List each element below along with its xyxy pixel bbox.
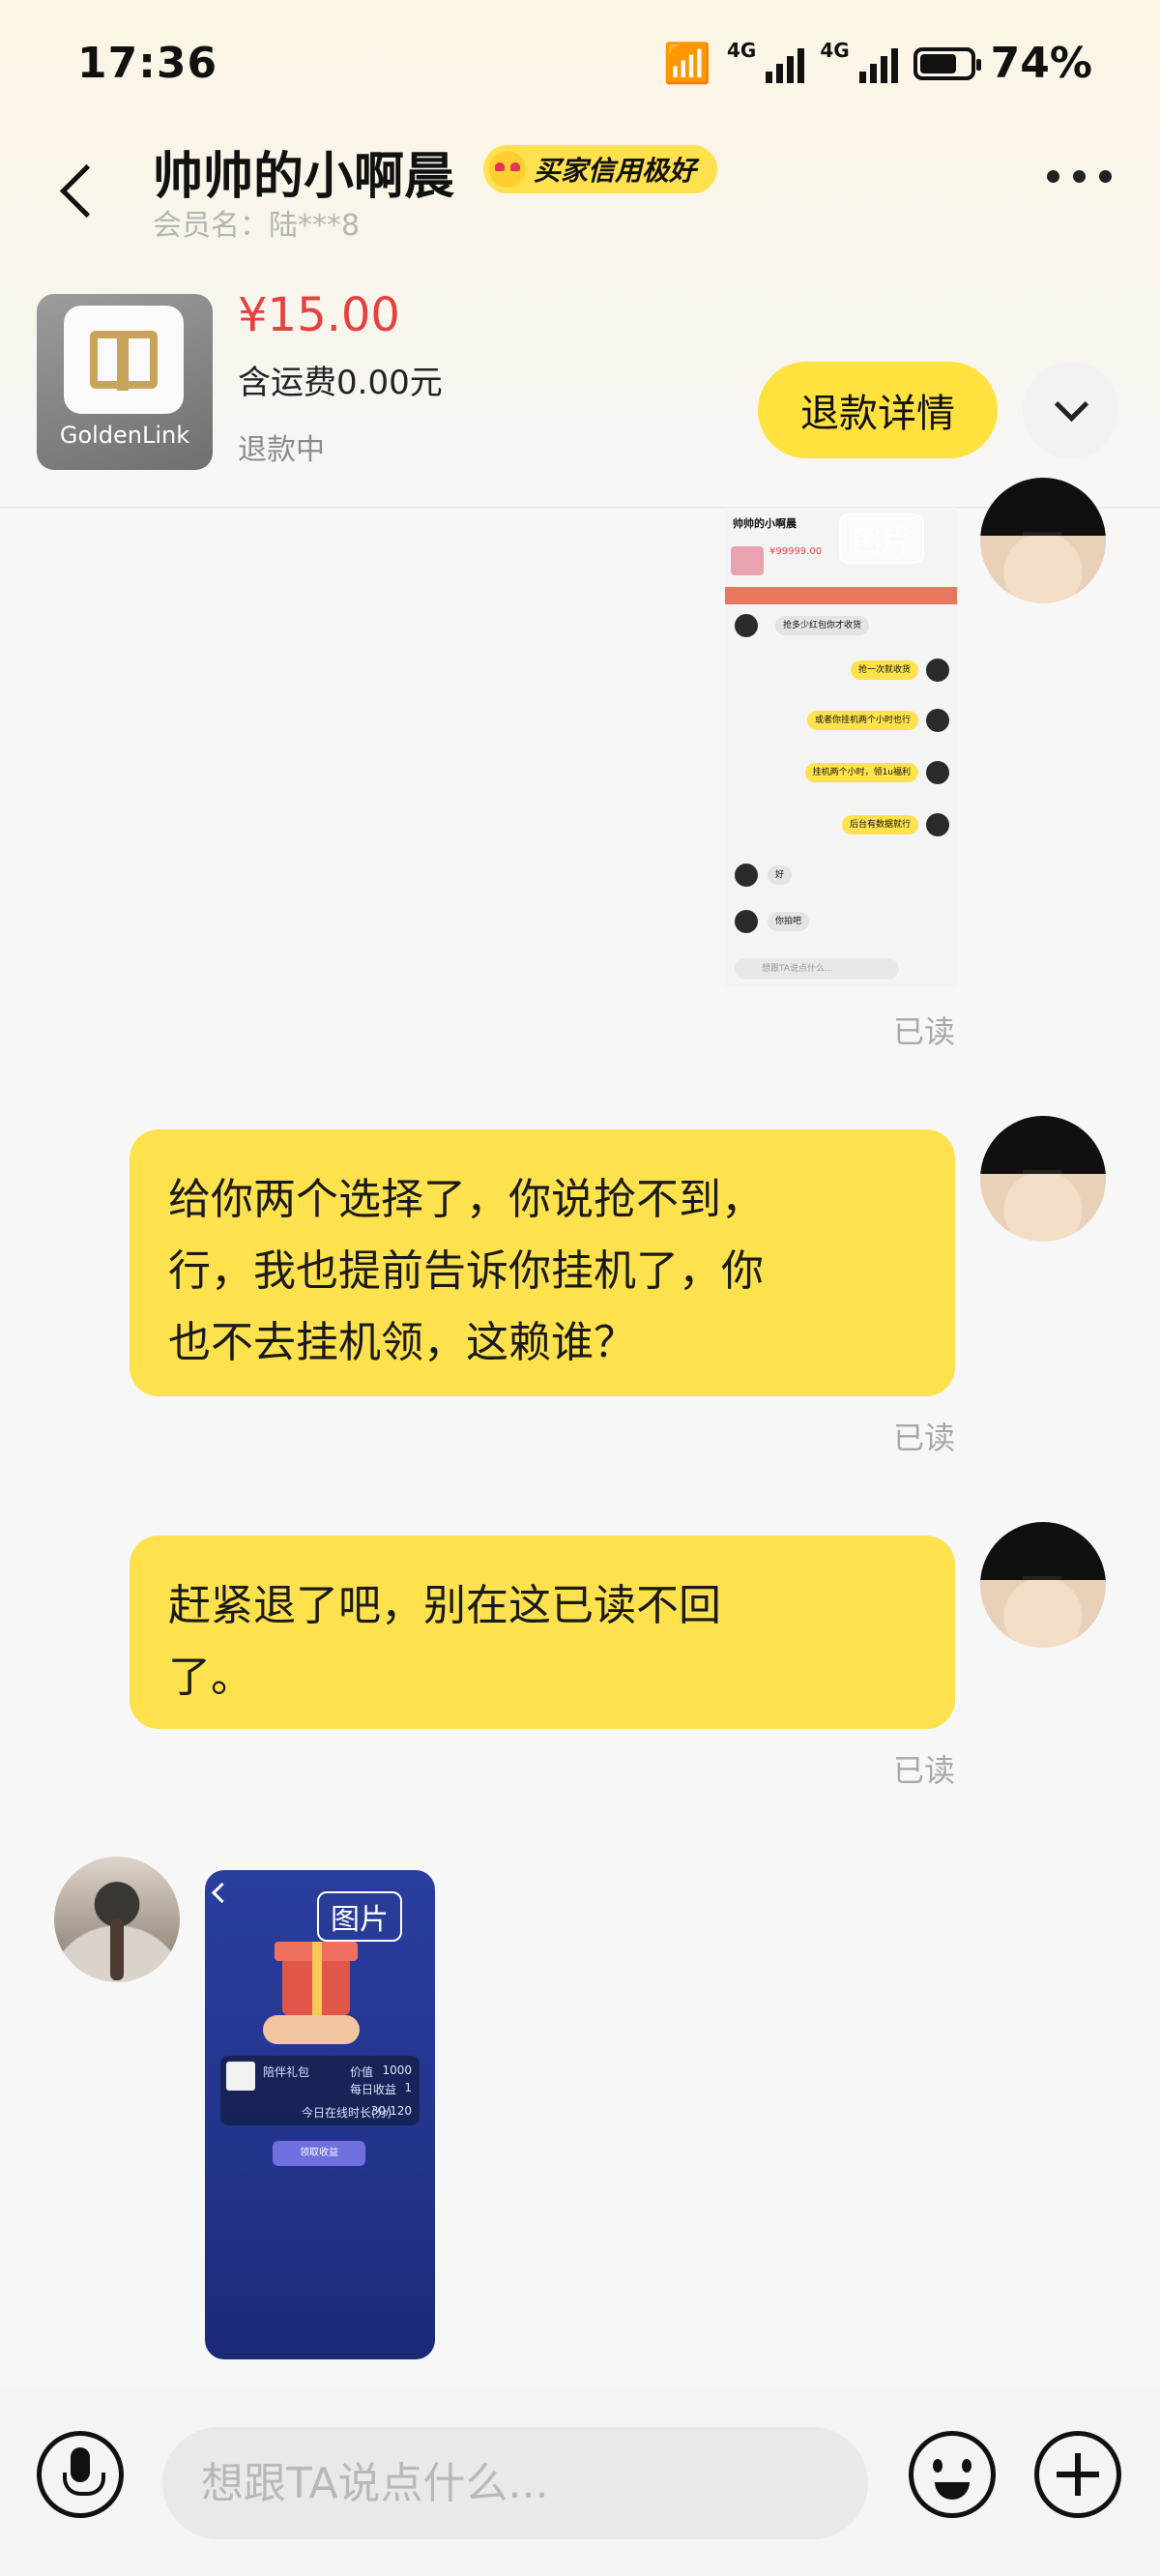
thumb-warning-bar [725, 587, 957, 604]
contact-avatar[interactable] [54, 1857, 180, 1982]
thumb-item-image [226, 2062, 255, 2091]
message-line: 也不去挂机领，这赖谁？ [168, 1318, 636, 1367]
battery-fill [919, 53, 956, 73]
wifi-icon: 📶 [663, 42, 711, 86]
chevron-down-icon[interactable] [1023, 362, 1119, 458]
thumb-avatar [926, 813, 949, 836]
refund-details-button[interactable]: 退款详情 [758, 362, 998, 458]
message-bubble[interactable]: 给你两个选择了，你说抢不到， 行，我也提前告诉你挂机了，你 也不去挂机领，这赖谁… [130, 1129, 955, 1396]
thumb-avatar [926, 761, 949, 784]
message-bubble[interactable]: 赶紧退了吧，别在这已读不回 了。 [130, 1536, 955, 1729]
thumb-avatar [926, 709, 949, 732]
status-icons: 📶 4G 4G 74% [663, 39, 1092, 88]
product-card[interactable]: GoldenLink ¥15.00 含运费0.00元 退款中 退款详情 [0, 280, 1160, 509]
reward-panel: 陪伴礼包 价值 1000 每日收益 1 今日在线时长(分) 30/120 [220, 2056, 420, 2125]
signal-icon [766, 44, 805, 83]
message-line: 行，我也提前告诉你挂机了，你 [168, 1246, 764, 1296]
emoji-icon[interactable] [909, 2431, 996, 2518]
thumb-price: ¥99999.00 [769, 546, 823, 557]
battery-percent: 74% [990, 39, 1092, 88]
product-shipping: 含运费0.00元 [238, 364, 443, 402]
thumb-line: 好 [768, 865, 793, 885]
thumb-line: 抢一次就收货 [850, 660, 918, 680]
my-avatar[interactable] [980, 478, 1106, 603]
status-bar: 17:36 📶 4G 4G 74% [0, 0, 1160, 135]
message-input[interactable] [162, 2427, 868, 2539]
read-receipt: 已读 [893, 1752, 956, 1789]
thumb-avatar [735, 614, 758, 637]
network-label-2: 4G [820, 39, 850, 62]
microphone-icon[interactable] [37, 2431, 124, 2518]
status-time: 17:36 [77, 39, 218, 88]
thumb-title: 帅帅的小啊晨 [733, 517, 797, 530]
back-arrow-icon[interactable] [50, 155, 108, 222]
image-tag: 图片 [839, 513, 924, 564]
thumb-input: 想跟TA说点什么... [735, 958, 899, 980]
chat-header: 帅帅的小啊晨 买家信用极好 会员名：陆***8 [0, 135, 1160, 251]
order-status: 退款中 [238, 433, 325, 467]
battery-icon [913, 46, 981, 80]
product-logo [64, 306, 184, 414]
thumb-avatar [735, 910, 758, 933]
product-image[interactable]: GoldenLink [37, 294, 213, 470]
credit-badge-label: 买家信用极好 [534, 155, 697, 187]
thumb-line: 抢多少红包你才收货 [775, 616, 870, 635]
reward-price: 1000 [382, 2064, 412, 2077]
product-brand: GoldenLink [59, 422, 190, 449]
hand-icon [263, 2015, 360, 2044]
image-tag: 图片 [317, 1891, 402, 1942]
my-avatar[interactable] [980, 1116, 1106, 1242]
thumb-back-icon [211, 1882, 233, 1904]
message-line: 了。 [168, 1653, 253, 1702]
thumb-line: 或者你挂机两个小时也行 [806, 711, 918, 730]
thumb-line: 你拍吧 [768, 912, 810, 931]
read-receipt: 已读 [893, 1013, 956, 1050]
more-options-icon[interactable] [1047, 170, 1112, 183]
thumb-line: 挂机两个小时，领1u福利 [804, 763, 918, 782]
reward-daily: 1 [404, 2081, 412, 2094]
member-name: 会员名：陆***8 [153, 209, 361, 243]
chat-title[interactable]: 帅帅的小啊晨 [153, 135, 454, 208]
gift-icon [275, 1942, 358, 2015]
reward-price-label: 价值 [350, 2065, 374, 2079]
thumb-avatar [735, 864, 758, 887]
thumb-line: 后台有数据就行 [841, 815, 918, 834]
reward-item: 陪伴礼包 [263, 2065, 310, 2079]
message-line: 给你两个选择了，你说抢不到， [168, 1175, 764, 1224]
credit-badge[interactable]: 买家信用极好 [483, 145, 718, 193]
reward-daily-label: 每日收益 [350, 2083, 397, 2096]
reward-progress: 30/120 [370, 2104, 412, 2118]
claim-reward-button: 领取收益 [273, 2141, 365, 2166]
message-line: 赶紧退了吧，别在这已读不回 [168, 1581, 721, 1630]
signal-icon [858, 44, 898, 83]
thumb-product-image [731, 546, 764, 575]
add-icon[interactable] [1034, 2431, 1121, 2518]
heart-eyes-icon [489, 151, 526, 188]
my-avatar[interactable] [980, 1522, 1106, 1648]
thumb-avatar [926, 659, 949, 682]
input-bar [0, 2388, 1160, 2576]
message-image-1[interactable]: 帅帅的小啊晨 ¥99999.00 抢多少红包你才收货 抢一次就收货 或者你挂机两… [725, 508, 957, 986]
message-image-2[interactable]: 陪伴礼包 价值 1000 每日收益 1 今日在线时长(分) 30/120 领取收… [205, 1870, 435, 2359]
read-receipt: 已读 [893, 1420, 956, 1456]
network-label-1: 4G [726, 39, 757, 62]
product-price: ¥15.00 [238, 288, 400, 342]
